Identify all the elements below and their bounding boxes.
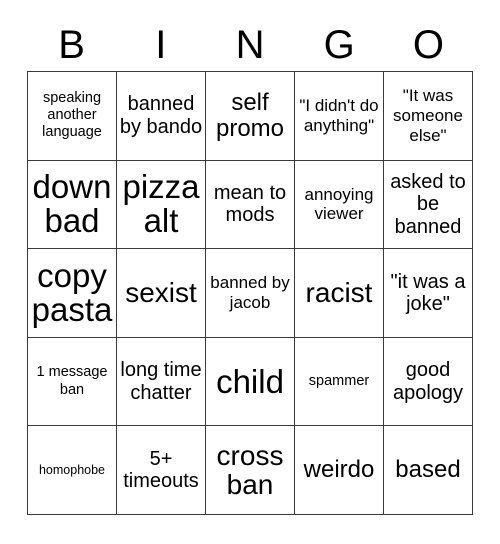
bingo-header: B I N G O	[27, 18, 473, 71]
bingo-cell-label: cross ban	[216, 439, 284, 501]
bingo-cell-r3c5[interactable]: "it was a joke"	[384, 249, 473, 338]
bingo-cell-label: homophobe	[38, 463, 106, 477]
bingo-cell-r4c5[interactable]: good apology	[384, 337, 473, 427]
bingo-cell-r2c5[interactable]: asked to be banned	[384, 160, 473, 250]
bingo-cell-r1c2[interactable]: banned by bando	[117, 72, 206, 161]
bingo-cell-label: copy pasta	[31, 257, 113, 328]
bingo-cell-r5c5[interactable]: based	[384, 426, 473, 515]
bingo-cell-r2c2[interactable]: pizza alt	[117, 160, 206, 250]
bingo-cell-r4c3[interactable]: child	[206, 337, 295, 427]
bingo-cell-r1c3[interactable]: self promo	[206, 72, 295, 161]
bingo-cell-r3c3[interactable]: banned by jacob	[206, 249, 295, 338]
bingo-cell-label: "I didn't do anything"	[299, 96, 379, 135]
bingo-cell-r5c4[interactable]: weirdo	[295, 426, 384, 515]
bingo-cell-r2c3[interactable]: mean to mods	[206, 160, 295, 250]
bingo-cell-label: good apology	[392, 359, 464, 404]
bingo-cell-label: 5+ timeouts	[123, 447, 199, 493]
bingo-cell-label: child	[216, 362, 284, 400]
bingo-cell-label: 1 message ban	[36, 364, 108, 398]
bingo-cell-r4c1[interactable]: 1 message ban	[28, 337, 117, 427]
bingo-cell-label: annoying viewer	[304, 184, 374, 224]
bingo-cell-r2c1[interactable]: down bad	[28, 160, 117, 250]
bingo-header-letter-o: O	[412, 22, 444, 67]
bingo-cell-r3c2[interactable]: sexist	[117, 249, 206, 338]
bingo-cell-label: pizza alt	[122, 168, 200, 240]
bingo-cell-label: long time chatter	[120, 359, 202, 404]
bingo-header-letter-i: I	[155, 22, 167, 67]
bingo-cell-label: banned by jacob	[210, 273, 290, 312]
bingo-cell-r5c1[interactable]: homophobe	[28, 426, 117, 515]
bingo-cell-label: asked to be banned	[390, 170, 466, 238]
bingo-cell-label: based	[395, 456, 461, 484]
bingo-cell-r5c2[interactable]: 5+ timeouts	[117, 426, 206, 515]
bingo-cell-label: racist	[305, 277, 373, 309]
bingo-cell-label: weirdo	[303, 456, 375, 484]
bingo-cell-label: mean to mods	[213, 182, 287, 227]
bingo-cell-r2c4[interactable]: annoying viewer	[295, 160, 384, 250]
bingo-cell-r3c1[interactable]: copy pasta	[28, 249, 117, 338]
bingo-cell-r3c4[interactable]: racist	[295, 249, 384, 338]
bingo-card: B I N G O speaking another language banne…	[0, 0, 500, 544]
bingo-cell-label: self promo	[215, 88, 285, 142]
bingo-cell-r4c2[interactable]: long time chatter	[117, 337, 206, 427]
bingo-cell-r1c5[interactable]: "It was someone else"	[384, 72, 473, 161]
bingo-cell-label: banned by bando	[119, 93, 203, 138]
bingo-header-letter-g: G	[323, 22, 355, 67]
bingo-cell-r1c1[interactable]: speaking another language	[28, 72, 117, 161]
bingo-cell-label: sexist	[125, 277, 197, 309]
bingo-cell-label: "it was a joke"	[390, 270, 466, 315]
bingo-cell-r4c4[interactable]: spammer	[295, 337, 384, 427]
bingo-cell-label: speaking another language	[42, 90, 102, 141]
bingo-cell-label: spammer	[308, 373, 370, 390]
bingo-cell-r1c4[interactable]: "I didn't do anything"	[295, 72, 384, 161]
bingo-header-letter-b: B	[58, 22, 85, 67]
bingo-header-letter-n: N	[235, 22, 265, 67]
bingo-cell-label: down bad	[32, 168, 112, 240]
bingo-cell-r5c3[interactable]: cross ban	[206, 426, 295, 515]
bingo-cell-label: "It was someone else"	[393, 86, 463, 145]
bingo-grid: speaking another language banned by bando…	[27, 71, 473, 515]
